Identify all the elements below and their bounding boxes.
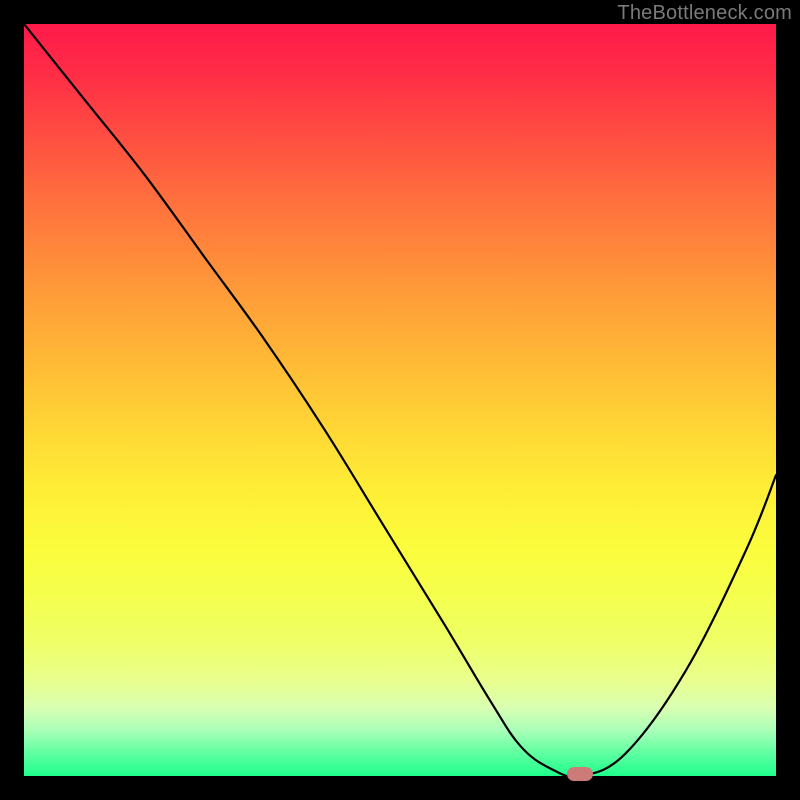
chart-container: TheBottleneck.com xyxy=(0,0,800,800)
plot-area xyxy=(24,24,776,776)
optimal-marker xyxy=(567,767,593,781)
bottleneck-curve xyxy=(24,24,776,776)
watermark-text: TheBottleneck.com xyxy=(617,2,792,25)
